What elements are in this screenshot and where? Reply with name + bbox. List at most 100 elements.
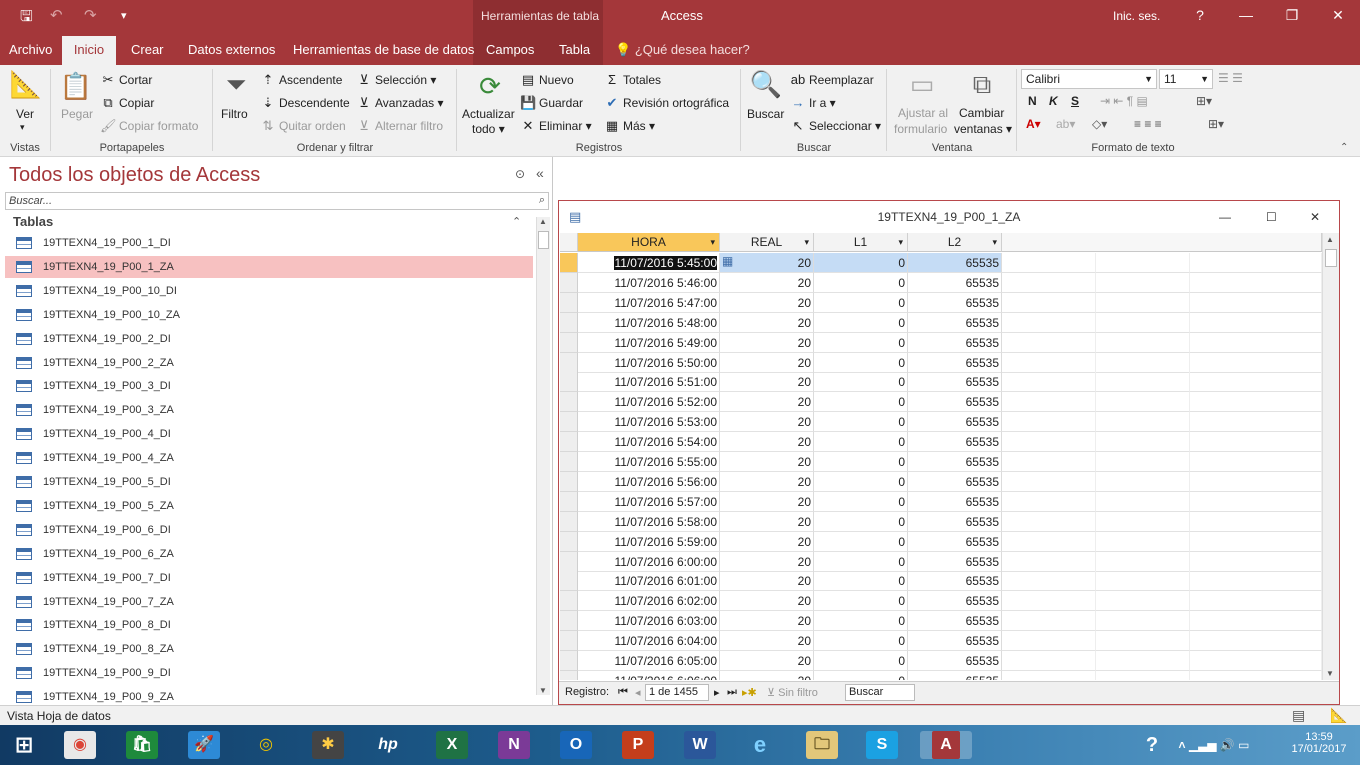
table-cell[interactable]: 20 <box>720 651 814 671</box>
column-header[interactable]: HORA ▾ <box>578 233 720 252</box>
table-cell[interactable]: 65535 <box>908 392 1002 413</box>
table-cell[interactable]: 11/07/2016 5:53:00 <box>578 412 720 433</box>
table-cell[interactable]: 20 <box>720 631 814 652</box>
row-selector[interactable] <box>560 611 578 632</box>
table-cell[interactable]: 11/07/2016 6:05:00 <box>578 651 720 671</box>
row-selector[interactable] <box>560 491 578 512</box>
nav-item[interactable]: 19TTEXN4_19_P00_2_ZA <box>5 352 533 374</box>
seleccionar-button[interactable]: ↖ Seleccionar ▾ <box>790 118 882 134</box>
table-cell[interactable]: 65535 <box>908 611 1002 632</box>
table-cell[interactable]: 20 <box>720 531 814 552</box>
row-selector[interactable] <box>560 591 578 612</box>
skype-icon[interactable]: S <box>866 731 898 759</box>
table-cell[interactable]: 65535 <box>908 412 1002 433</box>
table-cell[interactable]: 20 <box>720 352 814 373</box>
table-cell[interactable]: 0 <box>814 551 908 572</box>
table-cell[interactable]: 20 <box>720 292 814 313</box>
table-cell[interactable]: 0 <box>814 491 908 512</box>
row-selector[interactable] <box>560 332 578 353</box>
collapse-pane-icon[interactable]: « <box>536 165 544 181</box>
table-cell[interactable]: 11/07/2016 6:02:00 <box>578 591 720 612</box>
new-record-button[interactable]: ▸✱ <box>742 686 757 699</box>
ajustar-button-line2[interactable]: formulario <box>894 122 947 136</box>
scroll-thumb[interactable] <box>538 231 549 249</box>
quitar-orden-button[interactable]: ⇅ Quitar orden <box>260 118 346 134</box>
row-selector[interactable] <box>560 272 578 293</box>
table-cell[interactable]: 0 <box>814 651 908 671</box>
scroll-down-icon[interactable]: ▼ <box>1326 669 1334 678</box>
nav-item[interactable]: 19TTEXN4_19_P00_2_DI <box>5 328 533 350</box>
table-cell[interactable]: 11/07/2016 5:48:00 <box>578 312 720 333</box>
table-cell[interactable]: 11/07/2016 6:06:00 <box>578 670 720 680</box>
table-cell[interactable]: 65535 <box>908 511 1002 532</box>
table-cell[interactable]: 20 <box>720 432 814 453</box>
ie-icon[interactable]: e <box>744 731 776 759</box>
scroll-up-icon[interactable]: ▲ <box>1326 235 1334 244</box>
table-cell[interactable]: 11/07/2016 5:50:00 <box>578 352 720 373</box>
scroll-down-icon[interactable]: ▼ <box>539 686 547 695</box>
tab-inicio[interactable]: Inicio <box>62 36 116 65</box>
list-icons[interactable]: ☰ ☰ <box>1218 71 1243 85</box>
table-cell[interactable]: 20 <box>720 471 814 492</box>
media-icon[interactable]: ◎ <box>250 731 282 759</box>
nav-item[interactable]: 19TTEXN4_19_P00_4_ZA <box>5 447 533 469</box>
row-selector[interactable] <box>560 253 578 273</box>
buscar-button[interactable]: Buscar <box>747 107 784 121</box>
nav-item[interactable]: 19TTEXN4_19_P00_10_DI <box>5 280 533 302</box>
last-record-button[interactable]: ⏭ <box>727 686 737 699</box>
mas-button[interactable]: ▦ Más ▾ <box>604 118 655 134</box>
table-cell[interactable]: 0 <box>814 312 908 333</box>
record-position-input[interactable]: 1 de 1455 <box>645 684 709 701</box>
table-cell[interactable]: 11/07/2016 6:04:00 <box>578 631 720 652</box>
table-cell[interactable]: 11/07/2016 5:46:00 <box>578 272 720 293</box>
table-cell[interactable]: 11/07/2016 5:54:00 <box>578 432 720 453</box>
row-selector[interactable] <box>560 551 578 572</box>
table-cell[interactable]: 0 <box>814 253 908 273</box>
highlight-icon[interactable]: ab▾ <box>1056 117 1075 131</box>
table-cell[interactable]: 65535 <box>908 292 1002 313</box>
revision-button[interactable]: ✔ Revisión ortográfica <box>604 95 730 111</box>
nav-scrollbar[interactable]: ▲ ▼ <box>536 217 550 695</box>
table-cell[interactable]: 0 <box>814 571 908 592</box>
tab-datos-externos[interactable]: Datos externos <box>188 42 275 57</box>
table-cell[interactable]: 65535 <box>908 312 1002 333</box>
table-cell[interactable]: 20 <box>720 511 814 532</box>
cambiar-ventanas-button[interactable]: Cambiar <box>959 106 1004 120</box>
design-view-icon[interactable]: 📐 <box>1330 707 1347 724</box>
outlook-icon[interactable]: O <box>560 731 592 759</box>
minimize-button[interactable]: — <box>1226 4 1266 26</box>
totales-button[interactable]: Σ Totales <box>604 72 661 87</box>
gridlines-icon[interactable]: ⊞▾ <box>1208 117 1224 131</box>
table-cell[interactable]: 0 <box>814 292 908 313</box>
row-selector[interactable] <box>560 372 578 393</box>
pegar-button[interactable]: Pegar <box>61 107 93 121</box>
guardar-button[interactable]: 💾 Guardar <box>520 95 583 111</box>
reemplazar-button[interactable]: ab Reemplazar <box>790 72 874 87</box>
table-cell[interactable]: 11/07/2016 5:51:00 <box>578 372 720 393</box>
powerpoint-icon[interactable]: P <box>622 731 654 759</box>
nav-group-header[interactable]: Tablas <box>13 214 53 229</box>
font-name-select[interactable]: Calibri ▼ <box>1021 69 1157 89</box>
doc-restore-button[interactable]: ☐ <box>1266 201 1277 233</box>
table-cell[interactable]: 20 <box>720 272 814 293</box>
nav-item[interactable]: 19TTEXN4_19_P00_8_DI <box>5 614 533 636</box>
ajustar-button[interactable]: Ajustar al <box>898 106 948 120</box>
chevron-down-icon[interactable]: ▾ <box>992 233 997 252</box>
font-size-select[interactable]: 11 ▼ <box>1159 69 1213 89</box>
table-cell[interactable]: 65535 <box>908 670 1002 680</box>
table-cell[interactable]: 65535 <box>908 432 1002 453</box>
row-selector[interactable] <box>560 352 578 373</box>
table-cell[interactable]: 65535 <box>908 571 1002 592</box>
nav-pane-title[interactable]: Todos los objetos de Access <box>9 164 260 187</box>
table-cell[interactable]: 65535 <box>908 372 1002 393</box>
table-cell[interactable]: 0 <box>814 392 908 413</box>
table-cell[interactable]: 65535 <box>908 491 1002 512</box>
table-cell[interactable]: 0 <box>814 591 908 612</box>
row-selector[interactable] <box>560 631 578 652</box>
nav-item[interactable]: 19TTEXN4_19_P00_1_ZA <box>5 255 533 278</box>
table-cell[interactable]: 0 <box>814 432 908 453</box>
indent-icons[interactable]: ⇥ ⇤ ¶ ▤ <box>1100 94 1148 108</box>
search-icon[interactable]: ⌕ <box>539 194 545 207</box>
ver-dropdown-icon[interactable]: ▾ <box>20 122 25 133</box>
actualizar-todo-label[interactable]: todo ▾ <box>472 122 505 136</box>
